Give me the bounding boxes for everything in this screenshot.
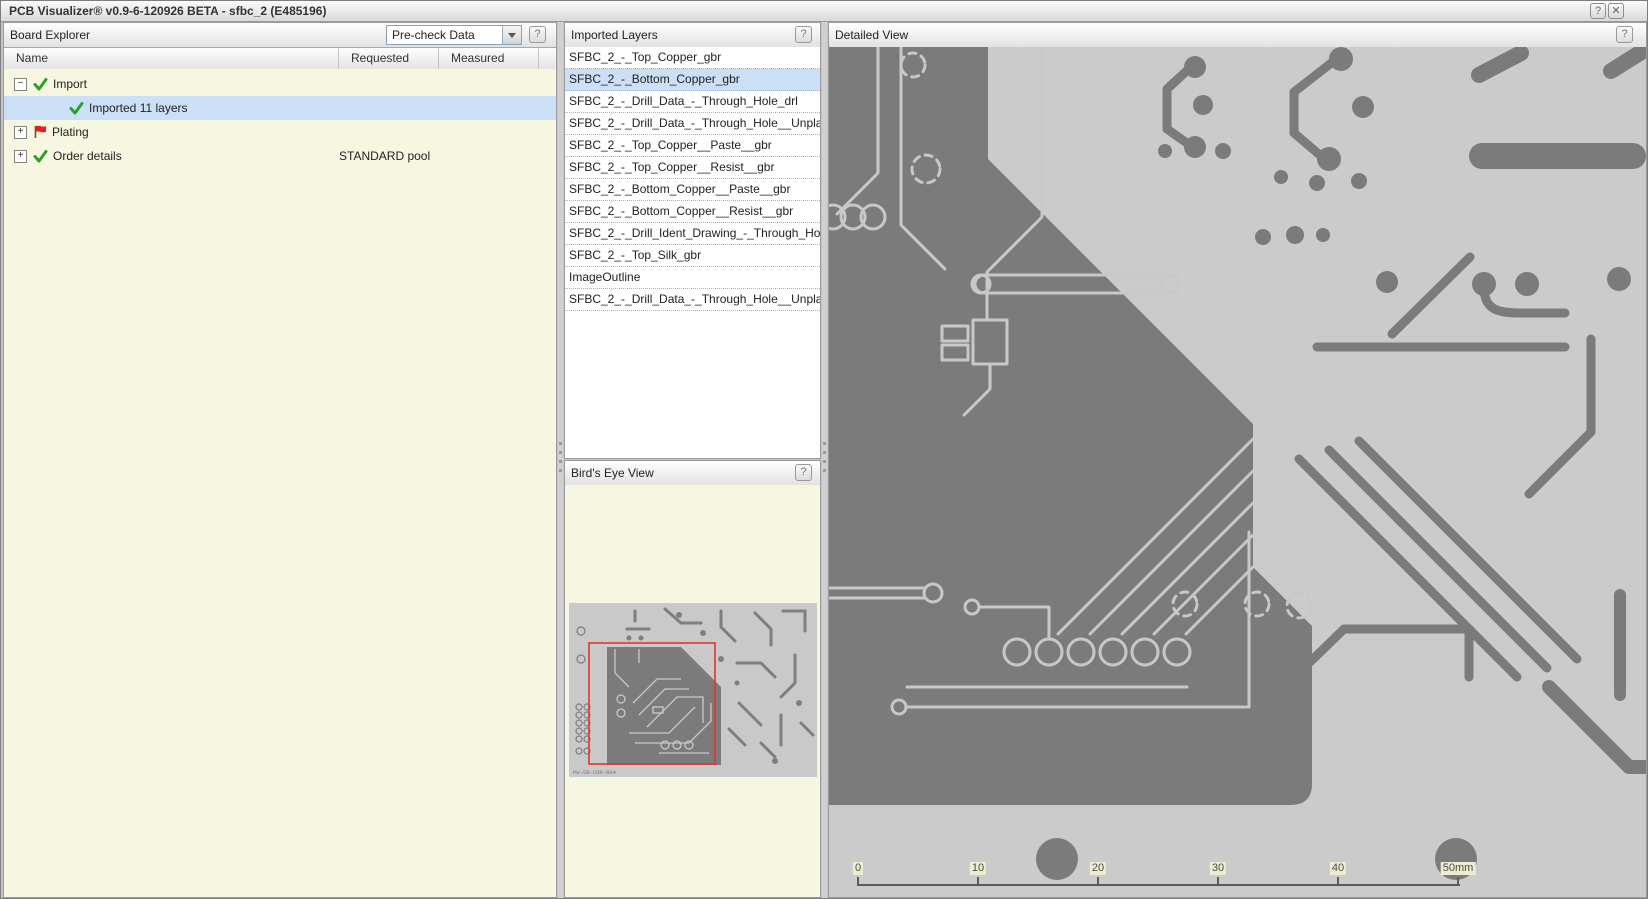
- title-bar[interactable]: PCB Visualizer® v0.9-6-120926 BETA - sfb…: [1, 1, 1647, 22]
- tree-status-icon: [33, 149, 48, 163]
- layer-list-item[interactable]: SFBC_2_-_Bottom_Copper__Resist__gbr: [565, 201, 820, 223]
- birds-eye-title: Bird's Eye View: [571, 466, 654, 480]
- detailed-view-help-button[interactable]: ?: [1616, 26, 1633, 43]
- splitter-handle: [559, 442, 562, 472]
- tree-row-name-cell: + Plating: [4, 125, 339, 139]
- select-dropdown-button[interactable]: [502, 26, 521, 44]
- window-close-button[interactable]: ✕: [1608, 3, 1624, 19]
- layer-list-item[interactable]: SFBC_2_-_Drill_Data_-_Through_Hole__Unpl…: [565, 113, 820, 135]
- birds-eye-header: Bird's Eye View ?: [565, 461, 820, 486]
- imported-layers-title: Imported Layers: [571, 28, 658, 42]
- tree-row-label: Plating: [52, 125, 89, 139]
- birds-eye-panel: Bird's Eye View ? PW-SB-CON-R04: [564, 460, 821, 898]
- detailed-view-panel: Detailed View ? 0 10 20 30 40 50mm: [828, 22, 1647, 898]
- board-explorer-help-button[interactable]: ?: [529, 26, 546, 43]
- layer-list-item[interactable]: SFBC_2_-_Drill_Ident_Drawing_-_Through_H…: [565, 223, 820, 245]
- detailed-view-canvas[interactable]: 0 10 20 30 40 50mm: [829, 47, 1646, 897]
- layer-list-item[interactable]: SFBC_2_-_Bottom_Copper_gbr: [565, 69, 820, 91]
- detailed-view-title: Detailed View: [835, 28, 909, 42]
- board-tree: − Import Imported 11 layers + Plating + Order …: [4, 69, 556, 897]
- check-icon: [69, 101, 84, 114]
- birds-eye-thumbnail[interactable]: PW-SB-CON-R04: [569, 603, 817, 777]
- expand-expander-icon[interactable]: +: [14, 125, 27, 139]
- window-title: PCB Visualizer® v0.9-6-120926 BETA - sfb…: [9, 4, 327, 18]
- data-mode-select[interactable]: Pre-check Data: [386, 25, 522, 45]
- tree-status-icon: [33, 77, 48, 91]
- layer-list: SFBC_2_-_Top_Copper_gbr SFBC_2_-_Bottom_C…: [565, 47, 820, 458]
- birds-eye-body: PW-SB-CON-R04: [565, 485, 820, 897]
- board-explorer-title: Board Explorer: [10, 28, 91, 42]
- splitter-left[interactable]: [558, 22, 563, 898]
- imported-layers-help-button[interactable]: ?: [795, 26, 812, 43]
- tree-row[interactable]: − Import: [4, 72, 556, 96]
- layer-list-item[interactable]: SFBC_2_-_Top_Copper__Resist__gbr: [565, 157, 820, 179]
- layer-list-item[interactable]: SFBC_2_-_Drill_Data_-_Through_Hole_drl: [565, 91, 820, 113]
- tree-status-icon: [69, 101, 84, 115]
- tree-row-name-cell: − Import: [4, 77, 339, 91]
- column-name: Name: [4, 48, 339, 70]
- splitter-right[interactable]: [822, 22, 827, 898]
- chevron-down-icon: [508, 32, 516, 38]
- column-measured: Measured: [439, 48, 539, 70]
- layer-list-item[interactable]: SFBC_2_-_Top_Copper__Paste__gbr: [565, 135, 820, 157]
- tree-status-icon: [33, 125, 47, 139]
- splitter-handle: [823, 442, 826, 472]
- column-requested: Requested: [339, 48, 439, 70]
- detailed-view-header: Detailed View ?: [829, 23, 1646, 48]
- check-icon: [33, 149, 48, 162]
- data-mode-value: Pre-check Data: [392, 28, 475, 42]
- pcb-visualizer-window: { "window": { "title": "PCB Visualizer® …: [0, 0, 1648, 899]
- tree-row-label: Order details: [53, 149, 122, 163]
- board-explorer-panel: Board Explorer Pre-check Data ? Name Req…: [3, 22, 557, 898]
- board-explorer-column-header: Name Requested Measured: [4, 48, 556, 71]
- layer-list-item[interactable]: SFBC_2_-_Top_Silk_gbr: [565, 245, 820, 267]
- layer-list-item[interactable]: ImageOutline: [565, 267, 820, 289]
- tree-row-label: Import: [53, 77, 88, 91]
- tree-row-name-cell: Imported 11 layers: [4, 101, 339, 115]
- imported-layers-panel: Imported Layers ? SFBC_2_-_Top_Copper_gb…: [564, 22, 821, 459]
- tree-row[interactable]: + Plating: [4, 120, 556, 144]
- window-help-button[interactable]: ?: [1590, 3, 1606, 19]
- imported-layers-header: Imported Layers ?: [565, 23, 820, 48]
- board-label-text: PW-SB-CON-R04: [573, 769, 617, 776]
- board-explorer-header: Board Explorer Pre-check Data ?: [4, 23, 556, 48]
- tree-row-requested: STANDARD pool: [339, 149, 431, 163]
- layer-list-item[interactable]: SFBC_2_-_Bottom_Copper__Paste__gbr: [565, 179, 820, 201]
- tree-row[interactable]: Imported 11 layers: [4, 96, 556, 120]
- expand-expander-icon[interactable]: +: [14, 149, 27, 163]
- check-icon: [33, 77, 48, 90]
- layer-list-item[interactable]: SFBC_2_-_Top_Copper_gbr: [565, 47, 820, 69]
- layer-list-item[interactable]: SFBC_2_-_Drill_Data_-_Through_Hole__Unpl…: [565, 289, 820, 311]
- birds-eye-help-button[interactable]: ?: [795, 464, 812, 481]
- birds-eye-board-image: PW-SB-CON-R04: [569, 603, 817, 777]
- tree-row-name-cell: + Order details: [4, 149, 339, 163]
- collapse-expander-icon[interactable]: −: [14, 77, 27, 91]
- tree-row[interactable]: + Order details STANDARD pool: [4, 144, 556, 168]
- pcb-copper-render: [829, 47, 1646, 897]
- tree-row-label: Imported 11 layers: [89, 101, 188, 115]
- flag-icon: [34, 125, 46, 138]
